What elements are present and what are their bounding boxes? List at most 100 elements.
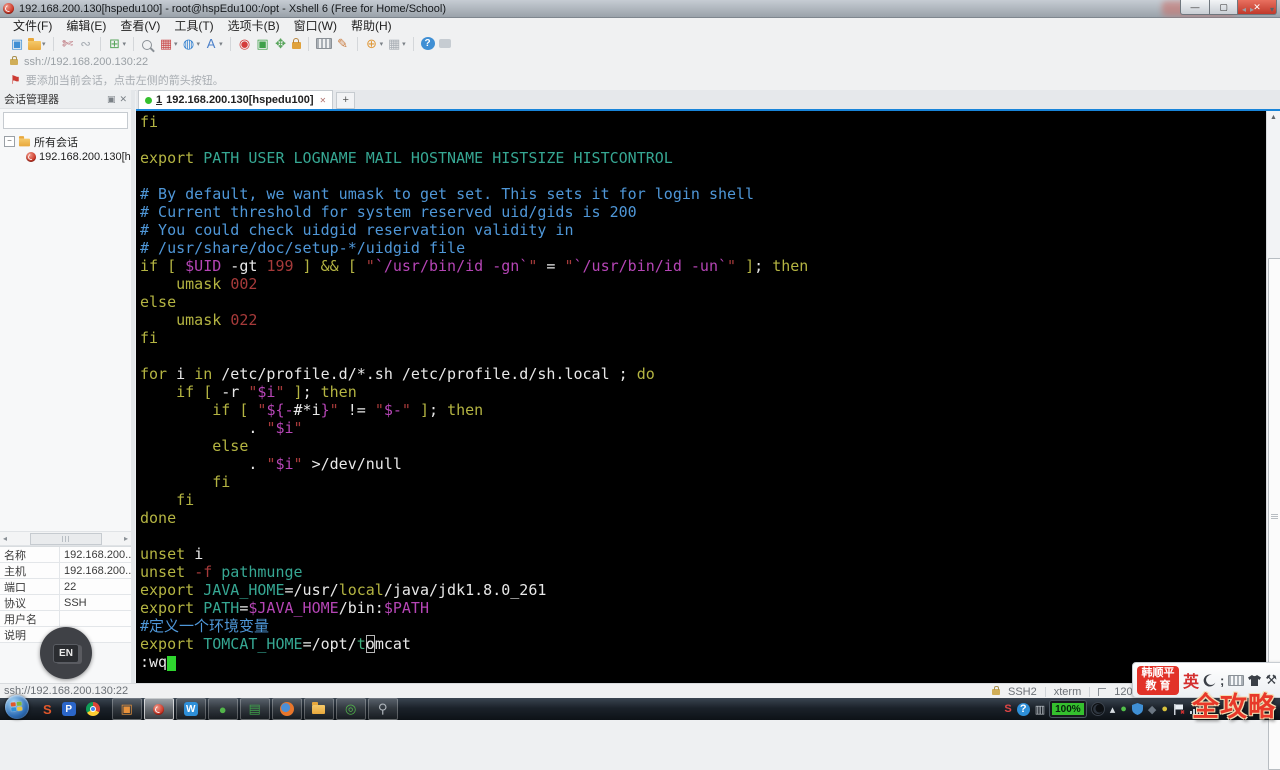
font-icon[interactable]: A ▾: [204, 36, 223, 51]
toolbar-separator: [412, 36, 414, 51]
menu-item-5[interactable]: 窗口(W): [287, 17, 344, 34]
xftp-icon[interactable]: ▣: [256, 36, 270, 51]
new-tab-button[interactable]: +: [336, 92, 356, 109]
tab-close-icon[interactable]: ✕: [320, 96, 327, 105]
expander-icon[interactable]: −: [4, 136, 15, 147]
new-terminal-icon[interactable]: ⊞ ▾: [108, 36, 127, 51]
app-window-icon[interactable]: ▣: [121, 701, 133, 717]
terminal-line: fi: [140, 113, 159, 131]
open-folder-icon[interactable]: ▾: [28, 37, 46, 50]
battery-indicator[interactable]: 100%: [1050, 701, 1086, 717]
message-icon[interactable]: [438, 39, 451, 48]
input-method-indicator[interactable]: EN: [40, 627, 92, 679]
menu-item-4[interactable]: 选项卡(B): [221, 17, 287, 34]
tab-scroll-arrows[interactable]: ◂▸: [1242, 5, 1258, 14]
app-p-icon[interactable]: P: [61, 702, 76, 716]
transfer-new-icon[interactable]: ⊕ ▾: [365, 36, 384, 51]
xshell-taskbar-icon-button[interactable]: [143, 698, 174, 720]
hidden-icons-button[interactable]: ▴: [1110, 703, 1116, 716]
app-circle-icon-button[interactable]: ◎: [335, 698, 366, 720]
dropdown-caret-icon[interactable]: ▾: [380, 40, 384, 48]
dropdown-caret-icon[interactable]: ▾: [123, 40, 127, 48]
quill-icon[interactable]: ✎: [336, 36, 350, 51]
terminal-line: fi: [140, 491, 195, 509]
tray-shield-icon[interactable]: [1131, 703, 1143, 715]
tray-flag-icon[interactable]: [1173, 703, 1185, 715]
app-green-icon[interactable]: ●: [219, 702, 227, 717]
sogou-tray-icon[interactable]: S: [1004, 703, 1011, 715]
firefox-icon[interactable]: [279, 702, 294, 716]
layout-icon[interactable]: ▦ ▾: [387, 36, 406, 51]
tab-list-dropdown-icon[interactable]: ▾: [1270, 5, 1274, 14]
app-tool-icon-button[interactable]: ⚲: [367, 698, 398, 720]
menu-item-2[interactable]: 查看(V): [113, 17, 167, 34]
app-green-icon-button[interactable]: ●: [207, 698, 238, 720]
encoding-globe-icon[interactable]: ◍ ▾: [182, 36, 201, 51]
terminal-scrollbar[interactable]: ▲ ▼: [1266, 111, 1280, 770]
app-tool-icon[interactable]: ⚲: [378, 701, 388, 717]
app-sheet-icon-button[interactable]: ▤: [239, 698, 270, 720]
start-button[interactable]: [5, 695, 29, 719]
menu-item-0[interactable]: 文件(F): [6, 17, 59, 34]
session-search-input[interactable]: [4, 114, 142, 127]
pin-icon[interactable]: ▣: [107, 94, 116, 105]
session-search-box[interactable]: [3, 112, 145, 129]
keyboard-icon[interactable]: [315, 38, 332, 49]
menu-item-6[interactable]: 帮助(H): [344, 17, 399, 34]
app-w-icon-button[interactable]: W: [175, 698, 206, 720]
tray-right-icons: ▴ ● ◆ ●: [1090, 702, 1203, 716]
app-window-icon-button[interactable]: ▣: [111, 698, 142, 720]
hscroll-left-icon[interactable]: ◂: [3, 534, 7, 543]
terminal-line: if [ -r "$i" ]; then: [140, 383, 357, 401]
help-icon[interactable]: ?: [420, 37, 435, 50]
tab-active-session[interactable]: 1 192.168.200.130[hspedu100] ✕: [138, 90, 334, 109]
help-tray-icon[interactable]: ?: [1016, 702, 1030, 716]
disconnect-icon[interactable]: ✄: [61, 36, 75, 51]
tree-node-session[interactable]: 192.168.200.130[hspe: [4, 149, 131, 164]
xshell-taskbar-icon[interactable]: [153, 703, 165, 715]
ime-keyboard-icon[interactable]: [1228, 674, 1245, 686]
address-bar[interactable]: ssh://192.168.200.130:22: [0, 54, 1280, 70]
tray-moon-icon[interactable]: [1090, 702, 1105, 716]
new-session-icon[interactable]: ▣: [10, 36, 24, 51]
menu-item-3[interactable]: 工具(T): [167, 17, 220, 34]
windows-logo-icon: [10, 701, 24, 712]
scroll-up-icon[interactable]: ▲: [1267, 111, 1280, 124]
explorer-icon-button[interactable]: [303, 698, 334, 720]
app-sheet-icon[interactable]: ▤: [249, 701, 261, 717]
tray-coin-icon[interactable]: ●: [1161, 703, 1168, 715]
panel-close-icon[interactable]: ✕: [119, 94, 127, 105]
hscroll-thumb[interactable]: [30, 533, 102, 545]
fullscreen-icon[interactable]: ✥: [274, 36, 288, 51]
clip-tray-icon[interactable]: ▥: [1035, 703, 1045, 716]
dropdown-caret-icon[interactable]: ▾: [219, 40, 223, 48]
tray-green-icon[interactable]: ●: [1120, 703, 1127, 715]
lock-icon[interactable]: [291, 38, 301, 49]
menu-item-1[interactable]: 编辑(E): [59, 17, 113, 34]
dropdown-caret-icon[interactable]: ▾: [42, 40, 46, 48]
app-circle-icon[interactable]: ◎: [345, 701, 356, 717]
tray-pin-icon[interactable]: ◆: [1148, 703, 1156, 716]
sogou-launcher-icon[interactable]: S: [43, 702, 52, 717]
app-w-icon[interactable]: W: [183, 702, 198, 716]
explorer-icon[interactable]: [312, 701, 326, 714]
dropdown-caret-icon[interactable]: ▾: [402, 40, 406, 48]
chrome-icon[interactable]: [85, 702, 100, 716]
xftp-icon: ▣: [256, 36, 269, 51]
tree-node-all-sessions[interactable]: − 所有会话: [4, 134, 131, 149]
maximize-button[interactable]: ▢: [1210, 0, 1238, 15]
properties-icon[interactable]: ▦ ▾: [159, 36, 178, 51]
taskbar-quick-launch: SP: [38, 702, 105, 717]
sidebar-hscrollbar[interactable]: ◂ ▸: [0, 531, 131, 546]
ime-skin-icon[interactable]: [1248, 674, 1262, 686]
dropdown-caret-icon[interactable]: ▾: [174, 40, 178, 48]
terminal-output[interactable]: fi export PATH USER LOGNAME MAIL HOSTNAM…: [136, 111, 1266, 683]
dropdown-caret-icon[interactable]: ▾: [197, 40, 201, 48]
hscroll-right-icon[interactable]: ▸: [124, 534, 128, 543]
find-icon[interactable]: [141, 38, 155, 50]
firefox-icon-button[interactable]: [271, 698, 302, 720]
xshell-icon[interactable]: ◉: [238, 36, 252, 51]
minimize-button[interactable]: —: [1180, 0, 1210, 15]
tab-index: 1: [156, 94, 163, 106]
reconnect-icon[interactable]: ∾: [79, 36, 93, 51]
